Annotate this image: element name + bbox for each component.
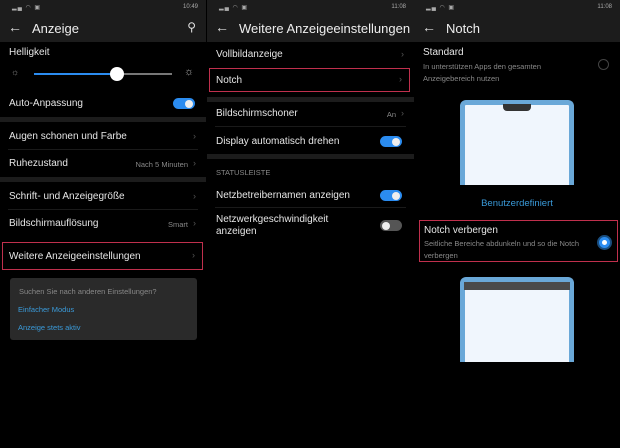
status-time: 11:08	[597, 4, 612, 10]
option-hide-notch[interactable]: Notch verbergen Seitliche Bereiche abdun…	[419, 220, 618, 262]
hidden-notch-phone-illustration	[460, 277, 574, 362]
item-value: Smart	[167, 220, 188, 229]
list-item-highlighted[interactable]: Weitere Anzeigeeinstellungen ›	[2, 242, 203, 270]
divider	[207, 154, 414, 159]
chevron-right-icon: ›	[193, 158, 196, 168]
panel-anzeige: ▂▄ ◠ ▣ 10:49 ← Anzeige ⚲ Helligkeit ☼ ☼ A…	[0, 0, 206, 448]
radio-standard[interactable]	[598, 59, 609, 70]
item-label: Vollbildanzeige	[216, 49, 283, 60]
custom-link[interactable]: Benutzerdefiniert	[414, 198, 620, 209]
chevron-right-icon: ›	[193, 131, 196, 141]
chevron-right-icon: ›	[193, 218, 196, 228]
status-time: 10:49	[182, 4, 198, 10]
slider-thumb[interactable]	[109, 67, 124, 81]
brightness-label: Helligkeit	[9, 47, 50, 58]
toggle-knob	[392, 137, 400, 146]
item-label: Augen schonen und Farbe	[9, 131, 127, 142]
item-label: Bildschirmauflösung	[9, 218, 99, 229]
back-arrow-icon[interactable]: ←	[215, 19, 229, 35]
suggestion-question: Suchen Sie nach anderen Einstellungen?	[19, 287, 157, 296]
status-time: 11:08	[391, 4, 406, 10]
darkened-top-bar	[464, 282, 570, 290]
option-title: Standard	[423, 47, 464, 58]
item-label: Notch	[216, 75, 243, 86]
sun-small-icon: ☼	[11, 67, 20, 77]
chevron-right-icon: ›	[401, 108, 404, 118]
section-header: STATUSLEISTE	[216, 168, 271, 177]
option-desc: Seitliche Bereiche abdunkeln und so die …	[424, 239, 580, 260]
page-title: Anzeige	[32, 21, 79, 36]
page-title: Notch	[446, 21, 480, 36]
item-value: An	[386, 110, 396, 119]
carrier-toggle[interactable]	[380, 190, 402, 201]
link-einfacher-modus[interactable]: Einfacher Modus	[18, 305, 74, 314]
suggestion-card: Suchen Sie nach anderen Einstellungen? E…	[10, 278, 197, 340]
search-icon[interactable]: ⚲	[187, 20, 196, 34]
list-item-highlighted[interactable]: Notch ›	[209, 68, 410, 92]
item-label: Netzbetreibernamen anzeigen	[216, 190, 350, 201]
item-label: Bildschirmschoner	[216, 108, 298, 119]
divider	[8, 149, 198, 150]
auto-toggle[interactable]	[173, 98, 195, 109]
rotate-toggle[interactable]	[380, 136, 402, 147]
item-label: Schrift- und Anzeigegröße	[9, 191, 125, 202]
item-label: Netzwerkgeschwindigkeit anzeigen	[216, 214, 329, 237]
radio-dot	[602, 240, 607, 245]
status-bar: ▂▄ ◠ ▣ 11:08	[207, 0, 414, 14]
divider	[0, 117, 206, 122]
toggle-knob	[185, 99, 193, 108]
panel-weitere: ▂▄ ◠ ▣ 11:08 ← Weitere Anzeigeeinstellung…	[207, 0, 414, 448]
page-title: Weitere Anzeigeeinstellungen	[239, 21, 411, 36]
radio-hide-notch[interactable]	[599, 237, 610, 248]
item-label: Weitere Anzeigeeinstellungen	[9, 251, 141, 262]
header: ← Notch	[414, 14, 620, 42]
header: ← Anzeige ⚲	[0, 14, 206, 42]
toggle-knob	[382, 221, 390, 230]
chevron-right-icon: ›	[193, 191, 196, 201]
back-arrow-icon[interactable]: ←	[422, 19, 436, 35]
sun-large-icon: ☼	[184, 66, 195, 78]
option-desc: In unterstützen Apps den gesamten Anzeig…	[423, 62, 541, 83]
item-label: Ruhezustand	[9, 158, 68, 169]
panel-notch: ▂▄ ◠ ▣ 11:08 ← Notch Standard In unterstü…	[414, 0, 620, 448]
chevron-right-icon: ›	[399, 74, 402, 84]
item-value: Nach 5 Minuten	[135, 160, 188, 169]
divider	[0, 177, 206, 182]
divider	[215, 126, 406, 127]
status-bar: ▂▄ ◠ ▣ 10:49	[0, 0, 206, 14]
header: ← Weitere Anzeigeeinstellungen	[207, 14, 414, 42]
item-label: Display automatisch drehen	[216, 136, 340, 147]
slider-fill	[34, 73, 117, 75]
divider	[8, 209, 198, 210]
notch-shape	[503, 104, 531, 111]
brightness-slider[interactable]	[34, 67, 172, 81]
signal-icon: ▂▄ ◠ ▣	[426, 5, 456, 11]
notch-phone-illustration	[460, 100, 574, 185]
back-arrow-icon[interactable]: ←	[8, 19, 22, 35]
status-bar: ▂▄ ◠ ▣ 11:08	[414, 0, 620, 14]
signal-icon: ▂▄ ◠ ▣	[219, 5, 249, 11]
chevron-right-icon: ›	[401, 49, 404, 59]
speed-toggle[interactable]	[380, 220, 402, 231]
link-anzeige-stets-aktiv[interactable]: Anzeige stets aktiv	[18, 323, 81, 332]
signal-icon: ▂▄ ◠ ▣	[12, 5, 42, 11]
option-title: Notch verbergen	[424, 225, 498, 236]
auto-label: Auto-Anpassung	[9, 98, 83, 109]
divider	[215, 207, 406, 208]
chevron-right-icon: ›	[192, 250, 195, 260]
divider	[207, 97, 414, 102]
toggle-knob	[392, 191, 400, 200]
